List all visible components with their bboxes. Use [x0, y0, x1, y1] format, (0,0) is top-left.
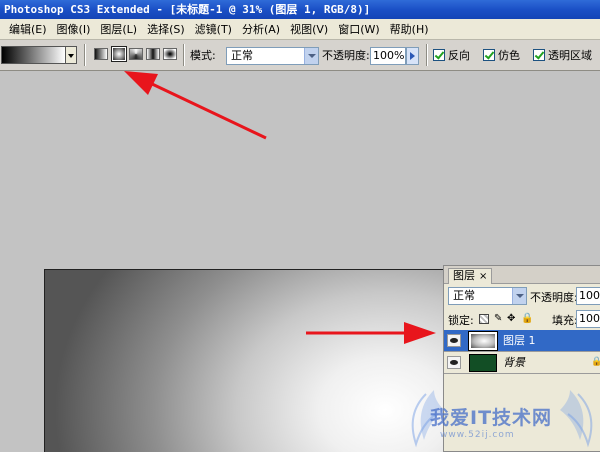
layer-opacity-label: 不透明度: — [530, 291, 578, 304]
menu-window[interactable]: 窗口(W) — [333, 19, 384, 39]
gradient-picker-dropdown[interactable] — [66, 46, 77, 64]
gradient-preview[interactable] — [1, 46, 66, 64]
angle-gradient-icon[interactable] — [129, 48, 143, 60]
diamond-gradient-icon[interactable] — [163, 48, 177, 60]
tab-layers-label: 图层 — [453, 269, 475, 282]
menu-bar: 编辑(E) 图像(I) 图层(L) 选择(S) 滤镜(T) 分析(A) 视图(V) 窗口(W)… — [0, 19, 600, 40]
lock-icon: 🔒 — [591, 357, 600, 367]
chevron-down-icon[interactable] — [512, 288, 526, 304]
layer-row[interactable]: 背景 🔒 — [444, 352, 600, 374]
blend-mode-select[interactable]: 正常 — [448, 287, 527, 305]
fill-label: 填充: — [552, 314, 578, 327]
opacity-label: 不透明度: — [322, 49, 370, 62]
visibility-eye-icon[interactable] — [447, 334, 461, 347]
mode-value: 正常 — [231, 49, 253, 62]
dither-label: 仿色 — [498, 49, 520, 62]
dither-checkbox[interactable] — [483, 49, 495, 61]
mode-select[interactable]: 正常 — [226, 47, 319, 65]
layer-name: 图层 1 — [503, 334, 536, 347]
lock-position-icon[interactable]: ✥ — [507, 314, 517, 324]
lock-all-icon[interactable]: 🔒 — [521, 314, 533, 324]
menu-image[interactable]: 图像(I) — [52, 19, 96, 39]
close-icon[interactable]: × — [479, 271, 487, 282]
layer-thumbnail — [468, 331, 498, 351]
menu-analysis[interactable]: 分析(A) — [237, 19, 285, 39]
fill-input[interactable]: 100% — [576, 310, 600, 328]
radial-gradient-icon[interactable] — [111, 46, 127, 62]
window-title-bar: Photoshop CS3 Extended - [未标题-1 @ 31% (图… — [0, 0, 600, 19]
visibility-eye-icon[interactable] — [447, 356, 461, 369]
layer-name: 背景 — [503, 356, 525, 369]
lock-label: 锁定: — [448, 314, 474, 327]
menu-layer[interactable]: 图层(L) — [95, 19, 142, 39]
lock-image-pixels-icon[interactable]: ✎ — [494, 314, 504, 324]
layer-row[interactable]: 图层 1 — [444, 330, 600, 352]
layer-thumbnail — [469, 354, 497, 372]
layers-panel: 图层 × 正常 不透明度: 100% 锁定: ✎ ✥ 🔒 填充: 100% 图层 … — [443, 265, 600, 452]
options-divider — [183, 44, 185, 66]
tool-options-bar: 模式: 正常 不透明度: 100% 反向 仿色 透明区域 — [0, 40, 600, 71]
menu-view[interactable]: 视图(V) — [285, 19, 333, 39]
options-divider — [84, 44, 86, 66]
mode-label: 模式: — [190, 49, 216, 62]
layer-opacity-input[interactable]: 100% — [576, 287, 600, 305]
menu-select[interactable]: 选择(S) — [142, 19, 190, 39]
opacity-slider-button[interactable] — [406, 47, 419, 65]
menu-edit[interactable]: 编辑(E) — [4, 19, 52, 39]
transparency-checkbox[interactable] — [533, 49, 545, 61]
chevron-down-icon[interactable] — [304, 48, 318, 64]
reverse-label: 反向 — [448, 49, 470, 62]
opacity-input[interactable]: 100% — [370, 47, 406, 65]
window-title: Photoshop CS3 Extended - [未标题-1 @ 31% (图… — [4, 3, 371, 16]
linear-gradient-icon[interactable] — [94, 48, 108, 60]
menu-help[interactable]: 帮助(H) — [385, 19, 434, 39]
lock-transparent-pixels-icon[interactable] — [479, 314, 489, 324]
menu-filter[interactable]: 滤镜(T) — [190, 19, 237, 39]
blend-mode-value: 正常 — [453, 289, 475, 302]
reverse-checkbox[interactable] — [433, 49, 445, 61]
options-divider — [426, 44, 428, 66]
reflected-gradient-icon[interactable] — [146, 48, 160, 60]
panel-tab-bar: 图层 × — [444, 266, 600, 284]
tab-layers[interactable]: 图层 × — [448, 268, 493, 284]
transparency-label: 透明区域 — [548, 49, 592, 62]
